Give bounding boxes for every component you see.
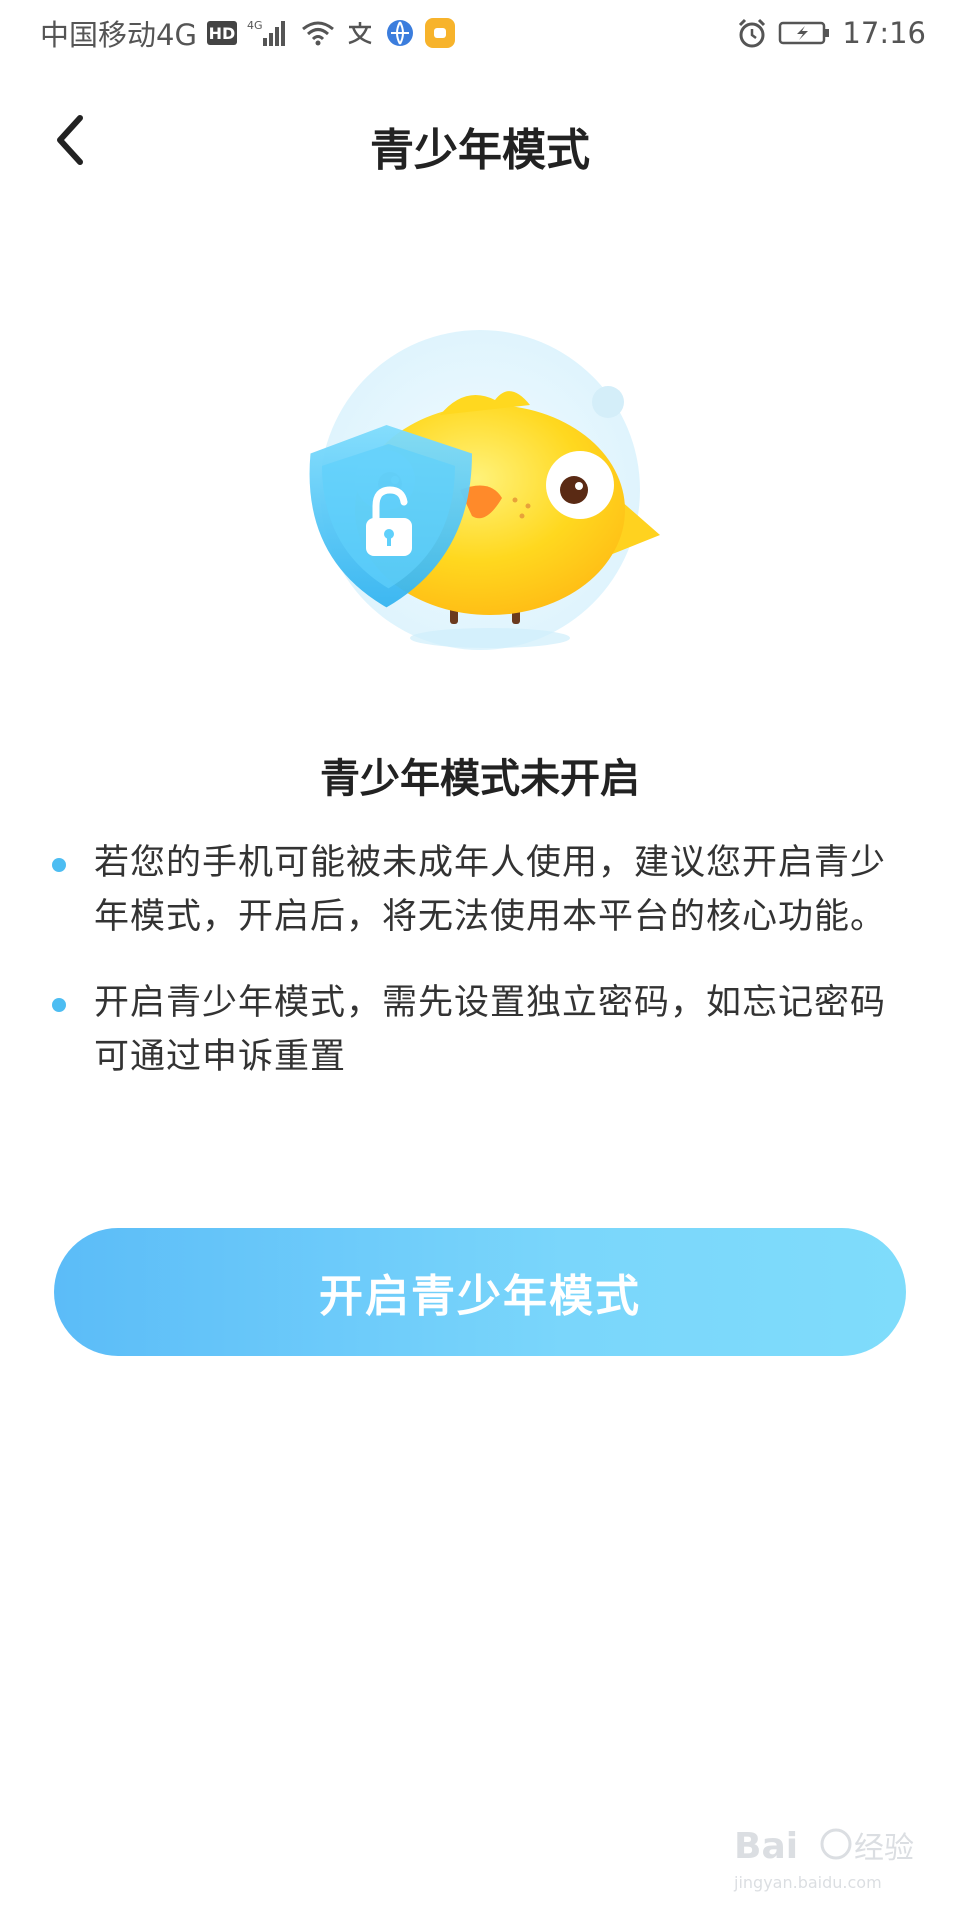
small-bubble: [592, 386, 624, 418]
bullet-dot-icon: [52, 858, 66, 872]
alarm-icon: [736, 17, 768, 49]
enable-teen-mode-button[interactable]: 开启青少年模式: [54, 1228, 906, 1356]
browser-app-icon: [385, 18, 415, 48]
page-title: 青少年模式: [370, 125, 590, 176]
watermark-brand: Bai: [734, 1826, 798, 1867]
bullet-dot-icon: [52, 998, 66, 1012]
svg-text:经验: 经验: [854, 1831, 914, 1866]
ground-shadow: [410, 628, 570, 648]
baidu-jingyan-watermark: Bai 经验 jingyan.baidu.com: [724, 1808, 924, 1898]
clock-time: 17:16: [842, 16, 926, 50]
carrier-label: 中国移动4G: [40, 18, 197, 52]
watermark-url: jingyan.baidu.com: [733, 1873, 882, 1892]
status-left: 中国移动4G HD 4G: [40, 12, 455, 54]
tip-text: 若您的手机可能被未成年人使用，建议您开启青少年模式，开启后，将无法使用本平台的核…: [94, 843, 887, 937]
nav-bar: 青少年模式: [0, 92, 960, 188]
teen-mode-illustration: [290, 330, 680, 680]
status-right: 17:16: [736, 16, 926, 50]
text-input-icon: [345, 19, 375, 47]
battery-charging-icon: [778, 19, 832, 47]
status-heading: 青少年模式未开启: [320, 756, 640, 802]
tip-text: 开启青少年模式，需先设置独立密码，如忘记密码可通过申诉重置: [94, 983, 887, 1077]
status-bar: 中国移动4G HD 4G 17:16: [0, 0, 960, 66]
wifi-icon: [301, 19, 335, 47]
tip-item: 若您的手机可能被未成年人使用，建议您开启青少年模式，开启后，将无法使用本平台的核…: [50, 836, 910, 944]
network-type-label: 4G: [247, 19, 263, 32]
hd-badge: HD: [206, 21, 237, 45]
tips-list: 若您的手机可能被未成年人使用，建议您开启青少年模式，开启后，将无法使用本平台的核…: [50, 836, 910, 1116]
signal-icon: 4G: [247, 18, 291, 48]
notification-app-icon: [424, 18, 455, 48]
tip-item: 开启青少年模式，需先设置独立密码，如忘记密码可通过申诉重置: [50, 976, 910, 1084]
